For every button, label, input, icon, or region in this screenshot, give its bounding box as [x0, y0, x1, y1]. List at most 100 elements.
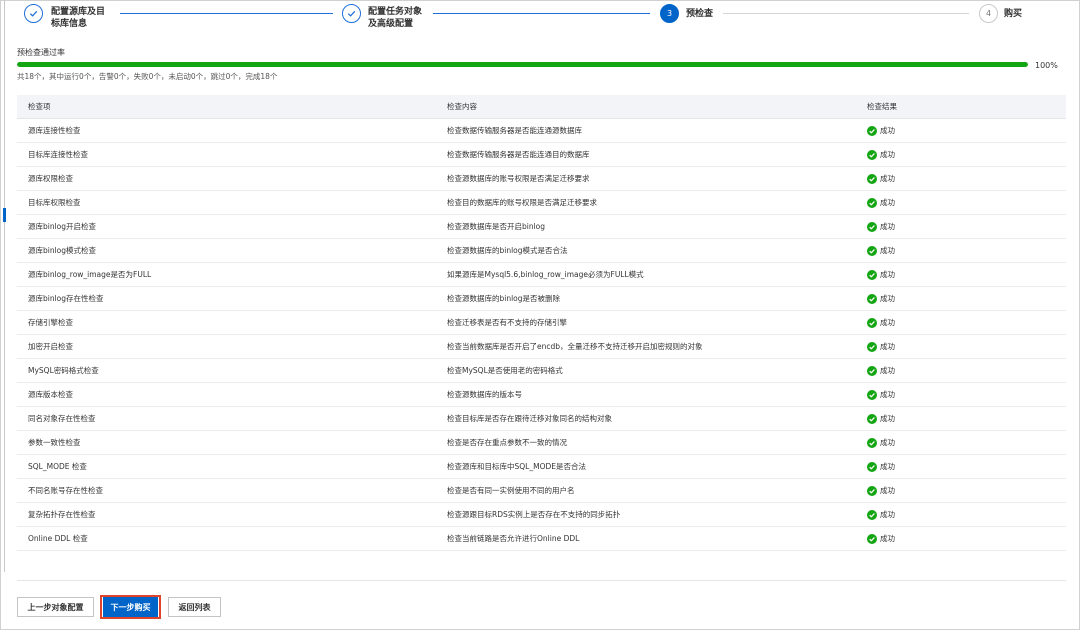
- check-content-cell: 检查目的数据库的账号权限是否满足迁移要求: [447, 198, 597, 207]
- next-button-highlight: [100, 595, 161, 619]
- table-row: 源库binlog_row_image是否为FULL 如果源库是Mysql5.6,b…: [17, 263, 1066, 287]
- check-item-cell: 参数一致性检查: [28, 438, 81, 447]
- check-result-text: 成功: [880, 414, 895, 423]
- check-result-text: 成功: [880, 342, 895, 351]
- step-3-label: 预检查: [686, 9, 714, 19]
- success-check-icon: [867, 389, 877, 400]
- table-header: 检查项 检查内容 检查结果: [17, 95, 1066, 119]
- check-result-cell: 成功: [858, 317, 1066, 328]
- check-result-text: 成功: [880, 462, 895, 471]
- check-result-text: 成功: [880, 318, 895, 327]
- table-row: 源库binlog开启检查 检查源数据库是否开启binlog 成功: [17, 215, 1066, 239]
- check-result-text: 成功: [880, 150, 895, 159]
- check-item-cell: Online DDL 检查: [28, 534, 88, 543]
- check-result-cell: 成功: [858, 365, 1066, 376]
- precheck-pass-rate-title: 预检查通过率: [17, 48, 65, 57]
- header-check-result: 检查结果: [867, 102, 897, 111]
- check-result-cell: 成功: [858, 413, 1066, 424]
- check-content-cell: 检查源数据库的账号权限是否满足迁移要求: [447, 174, 590, 183]
- check-content-cell: 检查迁移表是否有不支持的存储引擎: [447, 318, 567, 327]
- check-result-text: 成功: [880, 174, 895, 183]
- left-panel-toggle[interactable]: [3, 208, 6, 222]
- check-result-cell: 成功: [858, 461, 1066, 472]
- table-row: 复杂拓扑存在性检查 检查源跟目标RDS实例上是否存在不支持的同步拓扑 成功: [17, 503, 1066, 527]
- check-content-cell: 检查当前链路是否允许进行Online DDL: [447, 534, 580, 543]
- check-result-text: 成功: [880, 486, 895, 495]
- success-check-icon: [867, 509, 877, 520]
- step-1-label-line1: 配置源库及目: [51, 7, 106, 17]
- check-content-cell: 检查源数据库的版本号: [447, 390, 522, 399]
- check-result-cell: 成功: [858, 245, 1066, 256]
- check-item-cell: 目标库连接性检查: [28, 150, 88, 159]
- table-row: 不同名账号存在性检查 检查是否有同一实例使用不同的用户名 成功: [17, 479, 1066, 503]
- table-row: 源库binlog模式检查 检查源数据库的binlog模式是否合法 成功: [17, 239, 1066, 263]
- prev-step-button[interactable]: 上一步对象配置: [17, 597, 94, 617]
- check-item-cell: SQL_MODE 检查: [28, 462, 87, 471]
- check-item-cell: 源库权限检查: [28, 174, 73, 183]
- success-check-icon: [867, 317, 877, 328]
- check-result-text: 成功: [880, 366, 895, 375]
- check-result-text: 成功: [880, 198, 895, 207]
- table-row: 目标库连接性检查 检查数据传输服务器是否能连通目的数据库 成功: [17, 143, 1066, 167]
- check-result-text: 成功: [880, 270, 895, 279]
- step-2-label-line2: 及高级配置: [368, 19, 414, 29]
- check-content-cell: 检查源库和目标库中SQL_MODE是否合法: [447, 462, 586, 471]
- precheck-summary: 共18个，其中运行0个，告警0个，失败0个，未启动0个，跳过0个，完成18个: [17, 72, 278, 81]
- check-result-text: 成功: [880, 294, 895, 303]
- check-item-cell: 源库版本检查: [28, 390, 73, 399]
- check-result-cell: 成功: [858, 197, 1066, 208]
- check-item-cell: 源库binlog_row_image是否为FULL: [28, 270, 152, 279]
- success-check-icon: [867, 269, 877, 280]
- check-item-cell: 目标库权限检查: [28, 198, 81, 207]
- step-1-label-line2: 标库信息: [51, 19, 88, 29]
- table-row: 同名对象存在性检查 检查目标库是否存在跟待迁移对象同名的结构对象 成功: [17, 407, 1066, 431]
- table-body: 源库连接性检查 检查数据传输服务器是否能连通源数据库 成功 目标库连接性检查 检查数据传…: [17, 119, 1066, 551]
- check-result-cell: 成功: [858, 341, 1066, 352]
- success-check-icon: [867, 365, 877, 376]
- success-check-icon: [867, 197, 877, 208]
- check-result-cell: 成功: [858, 485, 1066, 496]
- table-row: 源库binlog存在性检查 检查源数据库的binlog是否被删除 成功: [17, 287, 1066, 311]
- precheck-progress-fill: [17, 62, 1028, 67]
- table-row: 源库连接性检查 检查数据传输服务器是否能连通源数据库 成功: [17, 119, 1066, 143]
- check-content-cell: 检查是否存在重点参数不一致的情况: [447, 438, 567, 447]
- check-content-cell: 如果源库是Mysql5.6,binlog_row_image必须为FULL模式: [447, 270, 644, 279]
- check-item-cell: 存储引擎检查: [28, 318, 73, 327]
- table-row: SQL_MODE 检查 检查源库和目标库中SQL_MODE是否合法 成功: [17, 455, 1066, 479]
- table-row: 存储引擎检查 检查迁移表是否有不支持的存储引擎 成功: [17, 311, 1066, 335]
- success-check-icon: [867, 173, 877, 184]
- check-icon: [347, 10, 356, 17]
- check-content-cell: 检查MySQL是否使用老的密码格式: [447, 366, 563, 375]
- table-row: 源库权限检查 检查源数据库的账号权限是否满足迁移要求 成功: [17, 167, 1066, 191]
- step-connector-3: [723, 13, 969, 14]
- step-2-label: 配置任务对象 及高级配置: [368, 6, 422, 30]
- header-check-content: 检查内容: [447, 102, 477, 111]
- check-item-cell: 源库binlog开启检查: [28, 222, 97, 231]
- success-check-icon: [867, 461, 877, 472]
- check-result-text: 成功: [880, 510, 895, 519]
- check-result-cell: 成功: [858, 173, 1066, 184]
- check-result-text: 成功: [880, 390, 895, 399]
- check-content-cell: 检查源数据库的binlog模式是否合法: [447, 246, 568, 255]
- check-item-cell: 源库binlog模式检查: [28, 246, 97, 255]
- success-check-icon: [867, 437, 877, 448]
- left-panel-edge: [4, 0, 5, 572]
- step-2-label-line1: 配置任务对象: [368, 7, 423, 17]
- check-item-cell: 源库binlog存在性检查: [28, 294, 104, 303]
- step-connector-1: [120, 13, 333, 14]
- table-row: 源库版本检查 检查源数据库的版本号 成功: [17, 383, 1066, 407]
- table-row: 目标库权限检查 检查目的数据库的账号权限是否满足迁移要求 成功: [17, 191, 1066, 215]
- check-result-text: 成功: [880, 246, 895, 255]
- check-result-cell: 成功: [858, 509, 1066, 520]
- header-check-item: 检查项: [28, 102, 51, 111]
- check-content-cell: 检查源数据库是否开启binlog: [447, 222, 546, 231]
- check-result-cell: 成功: [858, 533, 1066, 544]
- check-result-cell: 成功: [858, 389, 1066, 400]
- table-row: Online DDL 检查 检查当前链路是否允许进行Online DDL 成功: [17, 527, 1066, 551]
- check-result-cell: 成功: [858, 293, 1066, 304]
- check-item-cell: MySQL密码格式检查: [28, 366, 99, 375]
- back-to-list-button[interactable]: 返回列表: [168, 597, 221, 617]
- check-result-cell: 成功: [858, 149, 1066, 160]
- step-3-index: 3: [660, 4, 679, 23]
- table-row: MySQL密码格式检查 检查MySQL是否使用老的密码格式 成功: [17, 359, 1066, 383]
